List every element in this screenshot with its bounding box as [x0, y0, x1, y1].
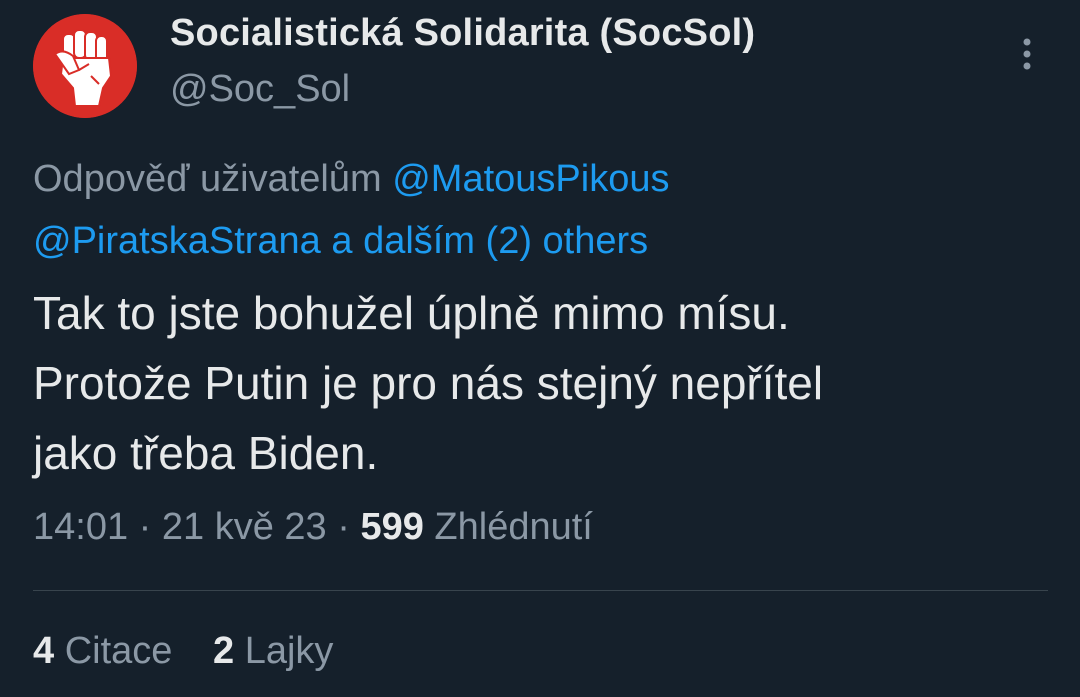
tweet-text-line: jako třeba Biden.: [33, 427, 379, 479]
tweet-text-line: Tak to jste bohužel úplně mimo mísu.: [33, 287, 790, 339]
raised-fist-icon: [33, 14, 137, 118]
reply-to-context: Odpověď uživatelům @MatousPikous @Pirats…: [33, 148, 1043, 272]
mention-link[interactable]: @PiratskaStrana: [33, 220, 321, 262]
likes-stat[interactable]: 2 Lajky: [213, 630, 333, 673]
divider: [33, 590, 1048, 591]
tweet-text: Tak to jste bohužel úplně mimo mísu. Pro…: [33, 278, 1033, 488]
mention-link[interactable]: @MatousPikous: [392, 158, 669, 200]
tweet-time[interactable]: 14:01: [33, 506, 128, 548]
meta-separator: ·: [138, 506, 152, 548]
avatar[interactable]: [33, 14, 137, 118]
quotes-stat[interactable]: 4 Citace: [33, 630, 172, 673]
quotes-count: 4: [33, 630, 55, 672]
views-count: 599: [360, 506, 424, 548]
reply-to-others-link[interactable]: a dalším (2) others: [331, 220, 648, 262]
author-handle[interactable]: @Soc_Sol: [170, 68, 350, 111]
quotes-label: Citace: [64, 630, 173, 672]
more-vertical-icon[interactable]: [1010, 36, 1044, 76]
tweet-date[interactable]: 21 kvě 23: [162, 506, 327, 548]
engagement-stats: 4 Citace 2 Lajky: [33, 630, 333, 673]
likes-label: Lajky: [244, 630, 334, 672]
author-display-name[interactable]: Socialistická Solidarita (SocSol): [170, 12, 755, 55]
tweet: Socialistická Solidarita (SocSol) @Soc_S…: [0, 0, 1080, 697]
views-label: Zhlédnutí: [434, 506, 593, 548]
tweet-text-line: Protože Putin je pro nás stejný nepřítel: [33, 357, 824, 409]
reply-to-prefix: Odpověď uživatelům: [33, 158, 382, 200]
tweet-meta: 14:01 · 21 kvě 23 · 599 Zhlédnutí: [33, 506, 593, 549]
meta-separator: ·: [337, 506, 350, 548]
likes-count: 2: [212, 630, 235, 672]
